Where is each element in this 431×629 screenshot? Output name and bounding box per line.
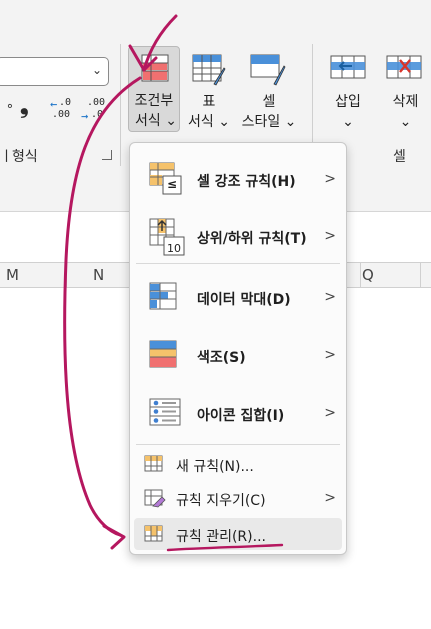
delete-label: 삭제 <box>392 94 419 110</box>
decrease-decimal-button[interactable]: .00 → .0 <box>81 96 107 124</box>
cell-styles-button[interactable]: 셀 스타일 ⌄ <box>236 50 302 132</box>
conditional-format-icon <box>141 54 169 82</box>
chevron-right-icon: > <box>324 228 336 244</box>
menu-item-label: 데이터 막대(D) <box>197 292 291 308</box>
menu-item-label: 색조(S) <box>197 350 246 366</box>
conditional-formatting-button[interactable]: 조건부 서식 ⌄ <box>128 46 180 132</box>
group-prefix: ㅣ <box>0 149 13 165</box>
color-scales-icon <box>149 340 177 368</box>
decimal-bottom: .00 <box>52 109 71 120</box>
cf-label-text: 서식 <box>135 113 161 129</box>
number-group-label: 형식 <box>12 149 38 165</box>
menu-item-manage-rules[interactable]: 규칙 관리(R)... <box>134 518 342 550</box>
table-format-icon <box>192 54 226 86</box>
delete-cells-button[interactable]: 삭제 ⌄ <box>380 50 431 132</box>
chevron-down-icon: ⌄ <box>399 114 412 130</box>
manage-rules-icon <box>144 525 163 542</box>
column-separator <box>420 263 421 287</box>
menu-item-data-bars[interactable]: 데이터 막대(D) > <box>130 269 346 325</box>
less-than-glyph: ≤ <box>167 177 178 191</box>
insert-cells-icon <box>330 55 366 79</box>
menu-item-color-scales[interactable]: 색조(S) > <box>130 327 346 383</box>
cell-style-icon <box>250 54 286 86</box>
new-rule-icon <box>144 455 163 472</box>
menu-item-label: 새 규칙(N)... <box>176 459 254 475</box>
table-format-line2: 서식 ⌄ <box>184 112 234 132</box>
column-separator <box>66 263 67 287</box>
menu-item-highlight-cells-rules[interactable]: ≤ 셀 강조 규칙(H) > <box>130 149 346 205</box>
cell-style-text: 스타일 <box>241 114 281 130</box>
annotation-end-arrowhead <box>102 524 126 550</box>
decimal-top: .0 <box>59 97 72 108</box>
chevron-right-icon: > <box>324 347 336 363</box>
column-header-m[interactable]: M <box>6 266 19 284</box>
chevron-right-icon: > <box>324 405 336 421</box>
top-ten-number: 10 <box>167 242 181 255</box>
chevron-down-icon: ⌄ <box>218 114 230 130</box>
menu-item-clear-rules[interactable]: 규칙 지우기(C) > <box>130 483 346 513</box>
menu-item-label: 규칙 관리(R)... <box>176 529 266 545</box>
menu-item-label: 셀 강조 규칙(H) <box>197 174 296 190</box>
cf-label-line2: 서식 ⌄ <box>131 111 181 131</box>
accounting-format-partial[interactable]: ∘ <box>6 100 14 113</box>
menu-item-label: 상위/하위 규칙(T) <box>197 231 307 247</box>
format-as-table-button[interactable]: 표 서식 ⌄ <box>184 50 234 132</box>
menu-item-label: 아이콘 집합(I) <box>197 408 285 424</box>
cells-group-label: 셀 <box>393 149 406 165</box>
dialog-launcher-icon[interactable] <box>102 150 112 160</box>
cf-label-line1: 조건부 <box>134 93 174 109</box>
menu-item-new-rule[interactable]: 새 규칙(N)... <box>130 449 346 479</box>
conditional-formatting-menu: ≤ 셀 강조 규칙(H) > 10 상위/하위 규칙(T) > 데이터 막대(D… <box>129 142 347 555</box>
menu-item-top-bottom-rules[interactable]: 10 상위/하위 규칙(T) > <box>130 205 346 263</box>
clear-rules-icon <box>144 489 166 508</box>
column-header-q[interactable]: Q <box>362 266 374 284</box>
table-format-text: 서식 <box>188 114 214 130</box>
number-format-dropdown[interactable]: ⌄ <box>0 57 109 86</box>
cell-style-line1: 셀 <box>262 94 276 110</box>
chevron-right-icon: > <box>324 289 336 305</box>
menu-item-icon-sets[interactable]: 아이콘 집합(I) > <box>130 385 346 441</box>
icon-sets-icon <box>149 398 181 426</box>
insert-label: 삽입 <box>335 94 361 110</box>
group-divider <box>120 44 121 166</box>
decimal-bottom: .0 <box>91 109 104 120</box>
chevron-down-icon[interactable]: ⌄ <box>92 63 102 77</box>
decimal-top: .00 <box>87 97 106 108</box>
delete-cells-icon <box>386 55 422 79</box>
menu-separator <box>136 444 340 445</box>
cell-style-line2: 스타일 ⌄ <box>236 112 302 132</box>
insert-cells-button[interactable]: 삽입 ⌄ <box>322 50 374 132</box>
chevron-down-icon: ⌄ <box>284 114 297 130</box>
column-separator <box>360 263 361 287</box>
chevron-down-icon: ⌄ <box>342 114 354 130</box>
chevron-right-icon: > <box>324 171 336 187</box>
column-header-n[interactable]: N <box>93 266 104 284</box>
menu-separator <box>136 263 340 264</box>
arrow-right-icon: → <box>81 109 89 123</box>
chevron-down-icon: ⌄ <box>165 113 177 129</box>
table-format-line1: 표 <box>202 94 216 110</box>
menu-item-label: 규칙 지우기(C) <box>176 493 266 509</box>
comma-style-button[interactable]: ❟ <box>20 96 29 118</box>
increase-decimal-button[interactable]: ← .0 .00 <box>50 96 74 124</box>
chevron-right-icon: > <box>324 490 336 506</box>
data-bars-icon <box>149 282 177 310</box>
